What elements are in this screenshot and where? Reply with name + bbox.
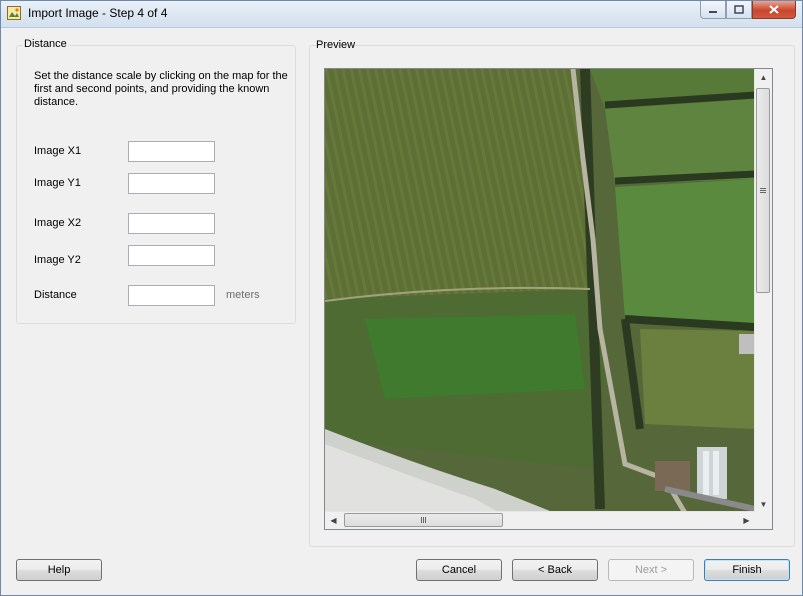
scroll-left-arrow-icon[interactable]: ◀	[325, 512, 342, 529]
window-title: Import Image - Step 4 of 4	[28, 6, 168, 20]
horizontal-scroll-thumb[interactable]	[344, 513, 503, 527]
finish-button[interactable]: Finish	[704, 559, 790, 581]
vertical-scroll-thumb[interactable]	[756, 88, 770, 293]
back-button[interactable]: < Back	[512, 559, 598, 581]
cancel-button[interactable]: Cancel	[416, 559, 502, 581]
image-y2-label: Image Y2	[34, 254, 81, 266]
image-x2-input[interactable]	[128, 213, 215, 234]
scroll-up-arrow-icon[interactable]: ▲	[755, 69, 772, 86]
scroll-right-arrow-icon[interactable]: ▶	[738, 512, 755, 529]
next-button[interactable]: Next >	[608, 559, 694, 581]
preview-vertical-scrollbar[interactable]: ▲ ▼	[754, 69, 772, 513]
image-x1-input[interactable]	[128, 141, 215, 162]
aerial-map-image[interactable]	[325, 69, 755, 513]
image-y2-input[interactable]	[128, 245, 215, 266]
preview-group-label: Preview	[316, 39, 356, 51]
distance-input[interactable]	[128, 285, 215, 306]
preview-horizontal-scrollbar[interactable]: ◀ ▶	[325, 511, 755, 529]
distance-units: meters	[226, 289, 260, 301]
caption-buttons	[700, 1, 796, 20]
image-x1-label: Image X1	[34, 145, 82, 157]
image-y1-label: Image Y1	[34, 177, 81, 189]
distance-label: Distance	[34, 289, 77, 301]
distance-instructions: Set the distance scale by clicking on th…	[34, 70, 288, 108]
maximize-button[interactable]	[726, 1, 752, 19]
image-x2-label: Image X2	[34, 217, 82, 229]
preview-viewport[interactable]: ▲ ▼ ◀ ▶	[324, 68, 773, 530]
minimize-button[interactable]	[700, 1, 726, 19]
image-y1-input[interactable]	[128, 173, 215, 194]
minimize-icon	[709, 10, 717, 13]
maximize-icon	[734, 5, 744, 14]
title-bar[interactable]: Import Image - Step 4 of 4	[1, 1, 802, 28]
close-button[interactable]	[752, 1, 796, 19]
image-icon	[7, 6, 21, 20]
scroll-down-arrow-icon[interactable]: ▼	[755, 496, 772, 513]
help-button[interactable]: Help	[16, 559, 102, 581]
close-icon	[769, 5, 779, 14]
scrollbar-corner	[755, 512, 772, 529]
distance-group-label: Distance	[23, 38, 68, 50]
import-image-dialog: Import Image - Step 4 of 4 Distance Set …	[0, 0, 803, 596]
